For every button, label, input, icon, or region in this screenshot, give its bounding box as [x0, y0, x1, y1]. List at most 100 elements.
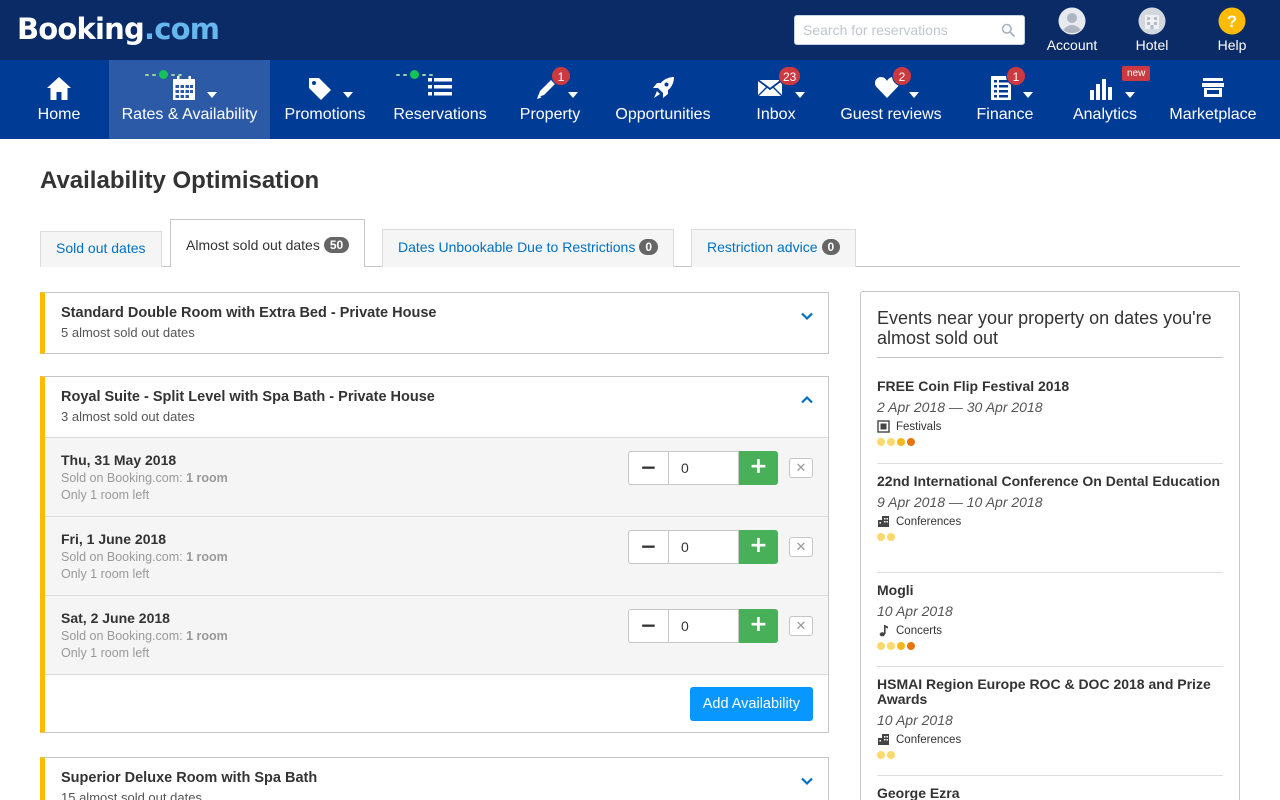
nav-reservations[interactable]: Reservations [384, 60, 496, 139]
date-row: Sat, 2 June 2018 Sold on Booking.com: 1 … [45, 595, 828, 674]
nav-promotions[interactable]: Promotions [278, 60, 372, 139]
room-title: Standard Double Room with Extra Bed - Pr… [61, 305, 437, 321]
rooms-left: Only 1 room left [61, 646, 150, 660]
chevron-down-icon [207, 92, 217, 98]
sold-prefix: Sold on Booking.com: [61, 550, 183, 564]
popularity-dots [877, 533, 1223, 541]
quantity-input[interactable] [668, 609, 739, 643]
room-panel: Superior Deluxe Room with Spa Bath 15 al… [40, 757, 829, 800]
event-item[interactable]: George Ezra [877, 786, 1223, 800]
nav-finance[interactable]: 1 Finance [964, 60, 1046, 139]
new-tag: new [1122, 66, 1151, 81]
quantity-input[interactable] [668, 530, 739, 564]
quantity-stepper: − + [628, 609, 778, 643]
events-panel: Events near your property on dates you'r… [860, 291, 1240, 800]
decrement-button[interactable]: − [628, 530, 668, 564]
hotel-button[interactable]: Hotel [1112, 7, 1192, 53]
chevron-down-icon[interactable] [800, 774, 814, 788]
room-subtitle: 15 almost sold out dates [61, 790, 202, 800]
room-panel-header[interactable]: Standard Double Room with Extra Bed - Pr… [45, 293, 828, 353]
booking-logo[interactable]: Booking.com [17, 12, 220, 46]
event-item[interactable]: Mogli 10 Apr 2018 Concerts [877, 583, 1223, 650]
nav-promotions-label: Promotions [284, 106, 366, 123]
finance-badge: 1 [1006, 66, 1026, 86]
nav-analytics[interactable]: new Analytics [1062, 60, 1151, 139]
nav-opportunities[interactable]: Opportunities [604, 60, 722, 139]
tab-count-badge: 50 [323, 237, 350, 253]
chevron-up-icon[interactable] [800, 393, 814, 407]
sold-value: 1 room [186, 629, 228, 643]
event-item[interactable]: HSMAI Region Europe ROC & DOC 2018 and P… [877, 677, 1223, 759]
tab-label: Sold out dates [56, 240, 146, 256]
search-input[interactable] [795, 16, 991, 44]
tag-icon [309, 78, 331, 100]
nav-marketplace[interactable]: Marketplace [1160, 60, 1266, 139]
calendar-icon [172, 76, 195, 100]
festival-icon [877, 420, 890, 433]
event-dates: 9 Apr 2018 — 10 Apr 2018 [877, 494, 1043, 510]
account-button[interactable]: Account [1032, 7, 1112, 53]
room-panel-header[interactable]: Royal Suite - Split Level with Spa Bath … [45, 377, 828, 437]
help-button[interactable]: ? Help [1192, 7, 1272, 53]
chevron-down-icon[interactable] [800, 309, 814, 323]
room-panel-footer: Add Availability [45, 674, 828, 732]
close-icon[interactable]: ✕ [789, 537, 813, 557]
event-category-label: Conferences [896, 515, 962, 528]
room-panel-header[interactable]: Superior Deluxe Room with Spa Bath 15 al… [45, 758, 828, 800]
nav-property-label: Property [519, 106, 581, 123]
increment-button[interactable]: + [739, 609, 778, 643]
nav-home[interactable]: Home [10, 60, 108, 139]
event-category: Festivals [877, 420, 1223, 433]
chevron-down-icon [795, 92, 805, 98]
popularity-dots [877, 751, 1223, 759]
tab-sold-out-dates[interactable]: Sold out dates [40, 231, 162, 267]
nav-guest-reviews-label: Guest reviews [840, 106, 942, 123]
tab-label: Almost sold out dates [186, 237, 320, 253]
sold-prefix: Sold on Booking.com: [61, 471, 183, 485]
room-title: Royal Suite - Split Level with Spa Bath … [61, 389, 435, 405]
event-item[interactable]: FREE Coin Flip Festival 2018 2 Apr 2018 … [877, 379, 1223, 446]
sold-value: 1 room [186, 471, 228, 485]
decrement-button[interactable]: − [628, 451, 668, 485]
hotel-label: Hotel [1135, 37, 1169, 53]
help-label: Help [1217, 37, 1247, 53]
rocket-icon [653, 77, 674, 98]
nav-guest-reviews[interactable]: 2 Guest reviews [832, 60, 950, 139]
quantity-input[interactable] [668, 451, 739, 485]
nav-inbox-label: Inbox [756, 106, 796, 123]
event-name: 22nd International Conference On Dental … [877, 473, 1221, 489]
store-icon [1202, 78, 1224, 97]
chevron-down-icon [343, 92, 353, 98]
hotel-icon [1138, 7, 1166, 35]
nav-opportunities-label: Opportunities [615, 106, 711, 123]
sold-value: 1 room [186, 550, 228, 564]
event-category: Conferences [877, 515, 1223, 528]
nav-rates-availability[interactable]: Rates & Availability [109, 60, 270, 139]
nav-property[interactable]: 1 Property [508, 60, 592, 139]
question-icon: ? [1218, 7, 1246, 35]
decrement-button[interactable]: − [628, 609, 668, 643]
home-icon [47, 77, 71, 100]
event-category-label: Conferences [896, 733, 962, 746]
event-item[interactable]: 22nd International Conference On Dental … [877, 474, 1223, 541]
rooms-left: Only 1 room left [61, 567, 150, 581]
list-icon [428, 78, 452, 96]
inbox-badge: 23 [778, 66, 802, 86]
close-icon[interactable]: ✕ [789, 616, 813, 636]
tab-dates-unbookable[interactable]: Dates Unbookable Due to Restrictions 0 [382, 229, 675, 267]
tab-almost-sold-out-dates[interactable]: Almost sold out dates 50 [170, 219, 366, 267]
increment-button[interactable]: + [739, 451, 778, 485]
increment-button[interactable]: + [739, 530, 778, 564]
add-availability-button[interactable]: Add Availability [689, 687, 813, 721]
close-icon[interactable]: ✕ [789, 458, 813, 478]
chevron-down-icon [568, 92, 578, 98]
building-icon [878, 734, 889, 745]
chevron-down-icon [1023, 92, 1033, 98]
nav-finance-label: Finance [976, 106, 1034, 123]
nav-inbox[interactable]: 23 Inbox [734, 60, 818, 139]
event-divider [877, 775, 1223, 776]
event-name: George Ezra [877, 785, 960, 800]
search-icon[interactable] [1001, 23, 1015, 37]
tab-restriction-advice[interactable]: Restriction advice 0 [691, 229, 857, 267]
event-name: Mogli [877, 582, 914, 598]
